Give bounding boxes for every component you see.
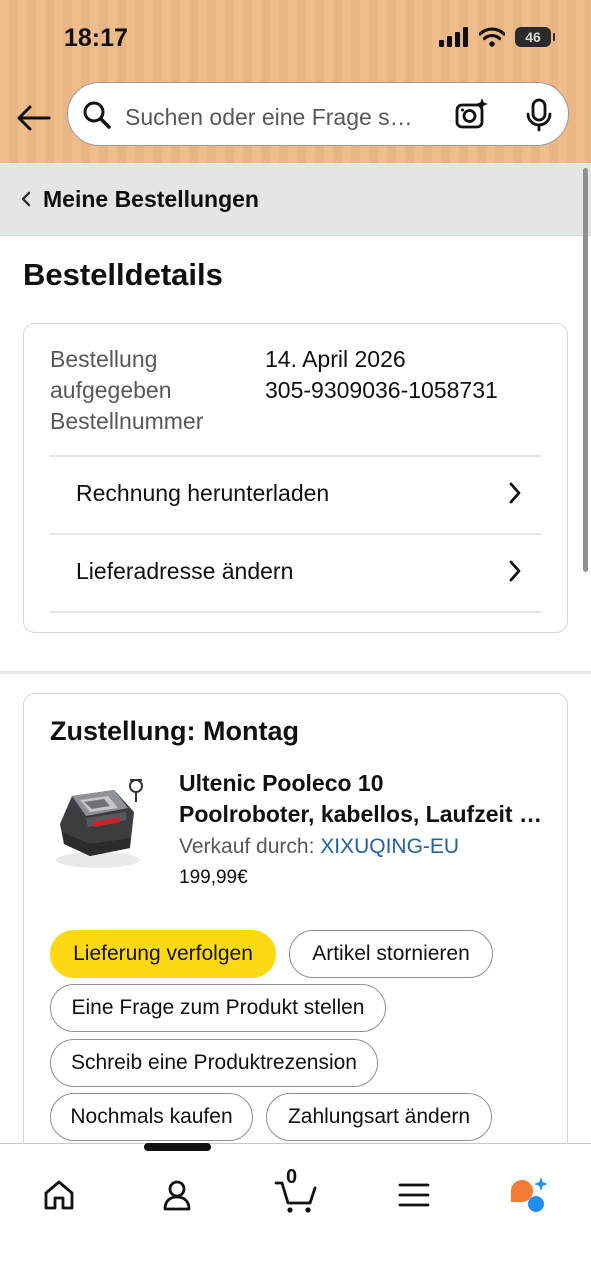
cancel-item-button[interactable]: Artikel stornieren [289, 930, 493, 978]
breadcrumb[interactable]: Meine Bestellungen [0, 163, 591, 236]
assistant-icon [511, 1177, 548, 1212]
scrollbar[interactable] [583, 168, 588, 572]
change-address-link[interactable]: Lieferadresse ändern [50, 533, 541, 611]
chevron-left-icon [21, 191, 31, 207]
nav-assistant[interactable] [502, 1167, 558, 1223]
order-number-label: Bestellnummer [50, 408, 204, 434]
wifi-icon [479, 27, 505, 47]
change-address-label: Lieferadresse ändern [76, 558, 294, 584]
divider [50, 611, 541, 613]
battery-level: 46 [525, 29, 541, 45]
change-payment-button[interactable]: Zahlungsart ändern [266, 1093, 492, 1141]
arrow-left-icon [17, 105, 51, 131]
product-image[interactable] [50, 772, 160, 872]
download-invoice-link[interactable]: Rechnung herunterladen [50, 455, 541, 533]
account-icon [163, 1180, 191, 1211]
nav-menu[interactable] [386, 1167, 442, 1223]
signal-icon [439, 27, 468, 47]
breadcrumb-label: Meine Bestellungen [43, 186, 259, 212]
bottom-nav: 0 [0, 1143, 591, 1280]
back-button[interactable] [14, 98, 54, 138]
ask-question-button[interactable]: Eine Frage zum Produkt stellen [50, 984, 386, 1032]
seller-prefix: Verkauf durch: [179, 835, 321, 858]
microphone-icon[interactable] [524, 98, 554, 132]
app-header: 18:17 46 Suchen oder eine Frage s… [0, 0, 591, 163]
chevron-right-icon [509, 482, 521, 504]
home-icon [44, 1180, 74, 1210]
search-placeholder: Suchen oder eine Frage s… [125, 104, 413, 130]
write-review-button[interactable]: Schreib eine Produktrezension [50, 1039, 378, 1087]
download-invoice-label: Rechnung herunterladen [76, 480, 330, 506]
status-time: 18:17 [64, 24, 128, 52]
search-bar[interactable]: Suchen oder eine Frage s… [67, 82, 569, 146]
order-number: 305-9309036-1058731 [265, 377, 498, 403]
product-title-line2: Poolroboter, kabellos, Laufzeit bis zu 1… [179, 801, 549, 827]
order-info-values: 14. April 2026 305-9309036-1058731 [265, 344, 498, 406]
order-placed-label: Bestellung aufgegeben [50, 346, 172, 403]
nav-cart[interactable]: 0 [268, 1166, 324, 1223]
seller-info: Verkauf durch: XIXUQING-EU [179, 835, 459, 859]
camera-search-icon[interactable] [453, 96, 489, 132]
page-title: Bestelldetails [23, 257, 223, 292]
nav-account[interactable] [149, 1167, 205, 1223]
home-indicator [144, 1143, 211, 1151]
cart-count: 0 [286, 1166, 298, 1188]
order-placed-date: 14. April 2026 [265, 346, 406, 372]
section-divider [0, 671, 591, 674]
nav-home[interactable] [31, 1167, 87, 1223]
shipment-card: Zustellung: Montag Ultenic Pooleco 10 Po… [23, 693, 568, 1163]
product-price: 199,99€ [179, 867, 248, 888]
status-icons: 46 [439, 27, 555, 47]
seller-link[interactable]: XIXUQING-EU [320, 835, 459, 858]
search-icon [83, 101, 111, 129]
menu-icon [398, 1183, 430, 1207]
chevron-right-icon [509, 560, 521, 582]
buy-again-button[interactable]: Nochmals kaufen [50, 1093, 253, 1141]
delivery-title: Zustellung: Montag [50, 716, 299, 746]
product-title[interactable]: Ultenic Pooleco 10 Poolroboter, kabellos… [179, 768, 549, 830]
battery-icon: 46 [515, 27, 555, 47]
track-delivery-button[interactable]: Lieferung verfolgen [50, 930, 276, 978]
order-info-card: Bestellung aufgegeben Bestellnummer 14. … [23, 323, 568, 633]
product-title-line1: Ultenic Pooleco 10 [179, 770, 384, 796]
order-info-labels: Bestellung aufgegeben Bestellnummer [50, 344, 250, 437]
